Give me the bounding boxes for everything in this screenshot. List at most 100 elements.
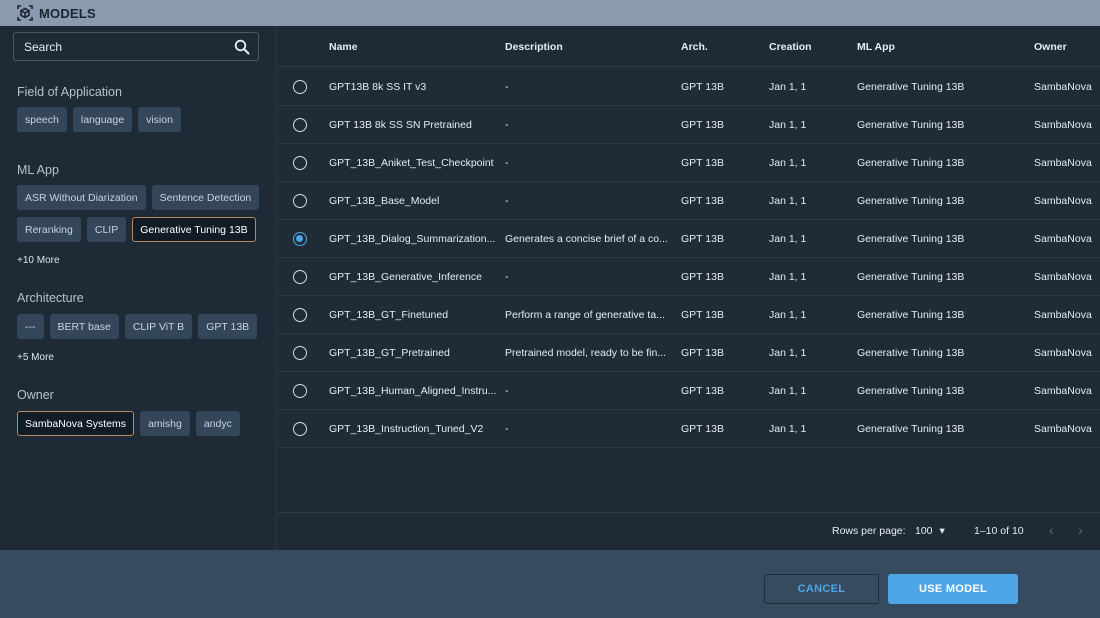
chip-generative-tuning-13b[interactable]: Generative Tuning 13B	[132, 217, 256, 242]
chip-bert-base[interactable]: BERT base	[49, 314, 119, 339]
chip-sambanova-systems[interactable]: SambaNova Systems	[17, 411, 134, 436]
radio-unselected-icon[interactable]	[293, 156, 307, 170]
chip-sentence-detection[interactable]: Sentence Detection	[151, 185, 260, 210]
chip-language[interactable]: language	[72, 107, 133, 132]
table-row[interactable]: GPT13B 8k SS IT v3 - GPT 13B Jan 1, 1 Genera…	[278, 68, 1100, 106]
radio-unselected-icon[interactable]	[293, 194, 307, 208]
table-row[interactable]: GPT_13B_Aniket_Test_Checkpoint - GPT 13B Ja…	[278, 144, 1100, 182]
radio-selected-icon[interactable]	[293, 232, 307, 246]
cell-arch: GPT 13B	[681, 81, 724, 93]
radio-unselected-icon[interactable]	[293, 384, 307, 398]
table-row[interactable]: GPT 13B 8k SS SN Pretrained - GPT 13B Jan 1…	[278, 106, 1100, 144]
cell-ml-app: Generative Tuning 13B	[857, 385, 965, 397]
cell-creation: Jan 1, 1	[769, 119, 807, 131]
table-header: Name Description Arch. Creation ML App O…	[278, 26, 1100, 67]
cell-creation: Jan 1, 1	[769, 233, 807, 245]
column-header-name[interactable]: Name	[329, 41, 358, 53]
table-row[interactable]: GPT_13B_Human_Aligned_Instru... - GPT 13B J…	[278, 372, 1100, 410]
use-model-button[interactable]: USE MODEL	[888, 574, 1018, 604]
column-header-owner[interactable]: Owner	[1034, 41, 1067, 53]
radio-unselected-icon[interactable]	[293, 270, 307, 284]
cell-name: GPT 13B 8k SS SN Pretrained	[329, 119, 472, 131]
radio-unselected-icon[interactable]	[293, 80, 307, 94]
chip-andyc[interactable]: andyc	[195, 411, 240, 436]
cell-owner: SambaNova	[1034, 309, 1092, 321]
cell-name: GPT_13B_Aniket_Test_Checkpoint	[329, 157, 494, 169]
cell-creation: Jan 1, 1	[769, 157, 807, 169]
cell-name: GPT_13B_Instruction_Tuned_V2	[329, 423, 484, 435]
cell-arch: GPT 13B	[681, 271, 724, 283]
chevron-down-icon: ▾	[939, 525, 945, 537]
cell-owner: SambaNova	[1034, 195, 1092, 207]
chip-vision[interactable]: vision	[138, 107, 181, 132]
cancel-button[interactable]: CANCEL	[764, 574, 879, 604]
chips-architecture: --- BERT base CLIP ViT B GPT 13B	[17, 314, 258, 339]
next-page-icon[interactable]: ›	[1078, 522, 1083, 538]
cell-creation: Jan 1, 1	[769, 81, 807, 93]
chip-reranking[interactable]: Reranking	[17, 217, 81, 242]
cell-owner: SambaNova	[1034, 81, 1092, 93]
section-label-field-of-application: Field of Application	[17, 85, 122, 99]
chip-gpt-13b[interactable]: GPT 13B	[198, 314, 258, 339]
architecture-more-link[interactable]: +5 More	[17, 352, 54, 363]
table-row[interactable]: GPT_13B_Dialog_Summarization... Generates…	[278, 220, 1100, 258]
cell-name: GPT_13B_GT_Pretrained	[329, 347, 450, 359]
section-label-architecture: Architecture	[17, 291, 84, 305]
search-input[interactable]	[24, 39, 234, 54]
column-header-arch[interactable]: Arch.	[681, 41, 708, 53]
chip-clip-vit-b[interactable]: CLIP ViT B	[124, 314, 193, 339]
cell-description: Generates a concise brief of a co...	[505, 233, 668, 245]
cell-description: -	[505, 81, 509, 93]
cell-owner: SambaNova	[1034, 347, 1092, 359]
cell-name: GPT_13B_Human_Aligned_Instru...	[329, 385, 497, 397]
cell-arch: GPT 13B	[681, 195, 724, 207]
cell-name: GPT_13B_Dialog_Summarization...	[329, 233, 496, 245]
column-header-ml-app[interactable]: ML App	[857, 41, 895, 53]
chips-ml-app-row1: ASR Without Diarization Sentence Detecti…	[17, 185, 260, 210]
chip-amishg[interactable]: amishg	[139, 411, 190, 436]
rows-per-page-select[interactable]: 100 ▾	[915, 525, 945, 537]
radio-unselected-icon[interactable]	[293, 422, 307, 436]
cell-owner: SambaNova	[1034, 271, 1092, 283]
cell-owner: SambaNova	[1034, 423, 1092, 435]
cell-creation: Jan 1, 1	[769, 309, 807, 321]
cell-owner: SambaNova	[1034, 385, 1092, 397]
ml-app-more-link[interactable]: +10 More	[17, 255, 60, 266]
chip-arch-none[interactable]: ---	[17, 314, 44, 339]
column-header-creation[interactable]: Creation	[769, 41, 812, 53]
cell-arch: GPT 13B	[681, 233, 724, 245]
radio-unselected-icon[interactable]	[293, 118, 307, 132]
table-row[interactable]: GPT_13B_Generative_Inference - GPT 13B Jan …	[278, 258, 1100, 296]
table-row[interactable]: GPT_13B_GT_Finetuned Perform a range of g…	[278, 296, 1100, 334]
section-label-ml-app: ML App	[17, 163, 59, 177]
radio-unselected-icon[interactable]	[293, 346, 307, 360]
cell-ml-app: Generative Tuning 13B	[857, 309, 965, 321]
cell-creation: Jan 1, 1	[769, 347, 807, 359]
table-row[interactable]: GPT_13B_GT_Pretrained Pretrained model, r…	[278, 334, 1100, 372]
cell-name: GPT_13B_GT_Finetuned	[329, 309, 449, 321]
search-box[interactable]	[13, 32, 259, 61]
chip-clip[interactable]: CLIP	[86, 217, 127, 242]
chip-speech[interactable]: speech	[17, 107, 67, 132]
models-table: Name Description Arch. Creation ML App O…	[278, 26, 1100, 550]
pagination-range: 1–10 of 10	[974, 525, 1024, 537]
chip-asr-without-diarization[interactable]: ASR Without Diarization	[17, 185, 146, 210]
cell-creation: Jan 1, 1	[769, 385, 807, 397]
cell-owner: SambaNova	[1034, 157, 1092, 169]
table-row[interactable]: GPT_13B_Base_Model - GPT 13B Jan 1, 1 Genera…	[278, 182, 1100, 220]
radio-unselected-icon[interactable]	[293, 308, 307, 322]
cell-owner: SambaNova	[1034, 233, 1092, 245]
rows-per-page-label: Rows per page:	[832, 525, 906, 537]
cell-arch: GPT 13B	[681, 157, 724, 169]
cell-ml-app: Generative Tuning 13B	[857, 423, 965, 435]
cell-name: GPT13B 8k SS IT v3	[329, 81, 427, 93]
prev-page-icon[interactable]: ‹	[1049, 522, 1054, 538]
cell-description: Pretrained model, ready to be fin...	[505, 347, 667, 359]
cell-ml-app: Generative Tuning 13B	[857, 119, 965, 131]
cell-arch: GPT 13B	[681, 309, 724, 321]
cell-ml-app: Generative Tuning 13B	[857, 81, 965, 93]
table-row[interactable]: GPT_13B_Instruction_Tuned_V2 - GPT 13B Jan …	[278, 410, 1100, 448]
cell-name: GPT_13B_Generative_Inference	[329, 271, 482, 283]
column-header-description[interactable]: Description	[505, 41, 563, 53]
search-icon[interactable]	[234, 39, 250, 55]
